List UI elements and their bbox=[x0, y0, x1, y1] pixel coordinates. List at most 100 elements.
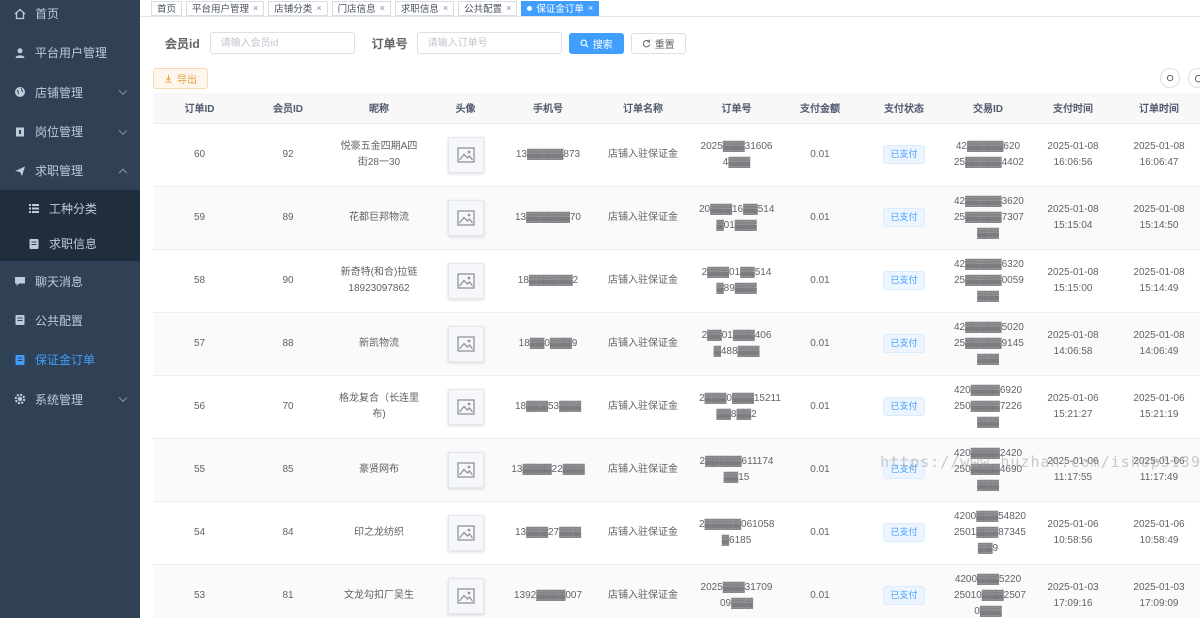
image-placeholder-icon[interactable] bbox=[447, 136, 484, 173]
status-badge: 已支付 bbox=[883, 145, 925, 164]
image-placeholder-icon[interactable] bbox=[447, 199, 484, 236]
sidebar-item-4[interactable]: 岗位管理 bbox=[0, 112, 140, 151]
export-button[interactable]: 导出 bbox=[153, 68, 208, 89]
cell-order_no: 2▓▓▓▓▓061058 ▓6185 bbox=[693, 501, 780, 565]
column-header: 支付金额 bbox=[780, 93, 860, 124]
image-placeholder-icon[interactable] bbox=[447, 514, 484, 551]
sidebar-item-5[interactable]: 求职管理 bbox=[0, 151, 140, 190]
cell-order_no: 20▓▓▓16▓▓514 ▓01▓▓▓ bbox=[693, 186, 780, 250]
image-placeholder-icon[interactable] bbox=[447, 262, 484, 299]
refresh-table-button[interactable] bbox=[1188, 68, 1200, 88]
cell-nick: 格龙复合（长连里布) bbox=[330, 375, 428, 439]
export-button-label: 导出 bbox=[177, 75, 197, 86]
briefcase-icon bbox=[14, 126, 26, 138]
tab-6[interactable]: 公共配置 × bbox=[458, 0, 518, 16]
sidebar-menu: 首页 平台用户管理店铺管理岗位管理 求职管理 工种分类 求职信息聊天消息公共配置 保证金订… bbox=[0, 0, 140, 419]
cell-name: 店铺入驻保证金 bbox=[593, 564, 693, 618]
cell-id: 59 bbox=[153, 186, 246, 250]
image-placeholder-icon[interactable] bbox=[447, 388, 484, 425]
cell-name: 店铺入驻保证金 bbox=[593, 249, 693, 313]
sidebar-item-11[interactable]: 系统管理 bbox=[0, 379, 140, 418]
cell-order_no: 2025▓▓▓31606 4▓▓▓ bbox=[693, 123, 780, 187]
send-icon bbox=[14, 165, 26, 177]
order-no-label: 订单号 bbox=[371, 36, 408, 51]
close-icon[interactable]: × bbox=[443, 3, 448, 13]
cell-name: 店铺入驻保证金 bbox=[593, 375, 693, 439]
cell-amount: 0.01 bbox=[780, 123, 860, 187]
status-cell: 已支付 bbox=[860, 375, 948, 439]
close-icon[interactable]: × bbox=[380, 3, 385, 13]
column-header: 订单名称 bbox=[593, 93, 693, 124]
chevron-icon bbox=[118, 168, 128, 177]
gear-icon bbox=[14, 393, 26, 405]
chat-icon bbox=[14, 275, 26, 287]
cell-paytime: 2025-01-08 14:06:58 bbox=[1028, 312, 1118, 376]
close-icon[interactable]: × bbox=[506, 3, 511, 13]
sidebar-item-1[interactable]: 首页 bbox=[0, 0, 140, 33]
toggle-search-button[interactable] bbox=[1160, 68, 1180, 88]
cell-member: 89 bbox=[246, 186, 330, 250]
status-cell: 已支付 bbox=[860, 438, 948, 502]
avatar-cell bbox=[428, 375, 503, 439]
image-placeholder-icon[interactable] bbox=[447, 325, 484, 362]
tab-label: 求职信息 bbox=[400, 4, 439, 15]
tab-label: 平台用户管理 bbox=[192, 4, 250, 15]
cell-ordertime: 2025-01-06 11:17:49 bbox=[1118, 438, 1200, 502]
status-cell: 已支付 bbox=[860, 249, 948, 313]
tab-5[interactable]: 求职信息 × bbox=[394, 0, 455, 16]
reset-button[interactable]: 重置 bbox=[630, 32, 686, 54]
sidebar-item-label: 聊天消息 bbox=[35, 274, 84, 289]
column-header: 订单时间 bbox=[1118, 93, 1200, 124]
cell-id: 53 bbox=[153, 564, 246, 618]
cell-id: 60 bbox=[153, 123, 246, 187]
cell-paytime: 2025-01-06 10:58:56 bbox=[1028, 501, 1118, 565]
tab-2[interactable]: 平台用户管理 × bbox=[186, 0, 265, 16]
cell-ordertime: 2025-01-08 15:14:49 bbox=[1118, 249, 1200, 313]
cell-member: 85 bbox=[246, 438, 330, 502]
sidebar-item-8[interactable]: 聊天消息 bbox=[0, 261, 140, 300]
column-header: 手机号 bbox=[503, 93, 593, 124]
document-icon bbox=[14, 314, 26, 326]
table-body: 60 92 悦豪五金四期A四街28一30 13▓▓▓▓▓873 店铺入驻保证金 2025▓… bbox=[153, 123, 1200, 618]
avatar-cell bbox=[428, 501, 503, 565]
order-no-input[interactable] bbox=[416, 32, 562, 54]
table-row: 56 70 格龙复合（长连里布) 18▓▓▓53▓▓▓ 店铺入驻保证金 2▓▓▓0▓▓▓1… bbox=[153, 375, 1200, 439]
cell-member: 90 bbox=[246, 249, 330, 313]
avatar-cell bbox=[428, 186, 503, 250]
active-dot-icon bbox=[527, 5, 533, 11]
cell-ordertime: 2025-01-08 14:06:49 bbox=[1118, 312, 1200, 376]
column-header: 昵称 bbox=[330, 93, 428, 124]
tab-label: 门店信息 bbox=[337, 4, 376, 15]
cell-order_no: 2▓▓01▓▓▓406 ▓488▓▓▓ bbox=[693, 312, 780, 376]
image-placeholder-icon[interactable] bbox=[447, 451, 484, 488]
member-id-input[interactable] bbox=[209, 32, 355, 54]
cell-paytime: 2025-01-03 17:09:16 bbox=[1028, 564, 1118, 618]
table-row: 54 84 印之龙纺织 13▓▓▓27▓▓▓ 店铺入驻保证金 2▓▓▓▓▓061058 ▓… bbox=[153, 501, 1200, 565]
cell-trade: 42▓▓▓▓▓5020 25▓▓▓▓▓9145 ▓▓▓ bbox=[948, 312, 1028, 376]
sidebar-item-7[interactable]: 求职信息 bbox=[0, 226, 140, 262]
search-icon bbox=[1166, 74, 1173, 81]
tab-3[interactable]: 店铺分类 × bbox=[268, 0, 328, 16]
sidebar-item-2[interactable]: 平台用户管理 bbox=[0, 33, 140, 72]
tab-label: 店铺分类 bbox=[274, 4, 313, 15]
sidebar-item-6[interactable]: 工种分类 bbox=[0, 190, 140, 226]
search-button[interactable]: 搜索 bbox=[568, 32, 624, 54]
cell-phone: 13▓▓▓▓▓▓70 bbox=[503, 186, 593, 250]
close-icon[interactable]: × bbox=[316, 3, 321, 13]
tab-1[interactable]: 首页 bbox=[151, 0, 183, 16]
table-row: 55 85 豪贤网布 13▓▓▓▓22▓▓▓ 店铺入驻保证金 2▓▓▓▓▓611174 ▓… bbox=[153, 438, 1200, 502]
table-row: 59 89 花都巨邦物流 13▓▓▓▓▓▓70 店铺入驻保证金 20▓▓▓16▓▓514 … bbox=[153, 186, 1200, 250]
image-placeholder-icon[interactable] bbox=[447, 577, 484, 614]
table-header-row: 订单ID 会员ID 昵称 头像 手机号 订单名称 订单号 支付金额 支付状态 交易ID 支付时间 订单… bbox=[153, 93, 1200, 124]
close-icon[interactable]: × bbox=[588, 3, 593, 13]
cell-amount: 0.01 bbox=[780, 501, 860, 565]
cell-id: 54 bbox=[153, 501, 246, 565]
close-icon[interactable]: × bbox=[253, 3, 258, 13]
avatar-cell bbox=[428, 438, 503, 502]
sidebar-item-3[interactable]: 店铺管理 bbox=[0, 73, 140, 112]
sidebar-item-9[interactable]: 公共配置 bbox=[0, 301, 140, 340]
tab-4[interactable]: 门店信息 × bbox=[331, 0, 391, 16]
sidebar-item-label: 店铺管理 bbox=[35, 85, 84, 100]
sidebar-item-10[interactable]: 保证金订单 bbox=[0, 340, 140, 379]
tab-7[interactable]: 保证金订单 × bbox=[521, 0, 600, 16]
